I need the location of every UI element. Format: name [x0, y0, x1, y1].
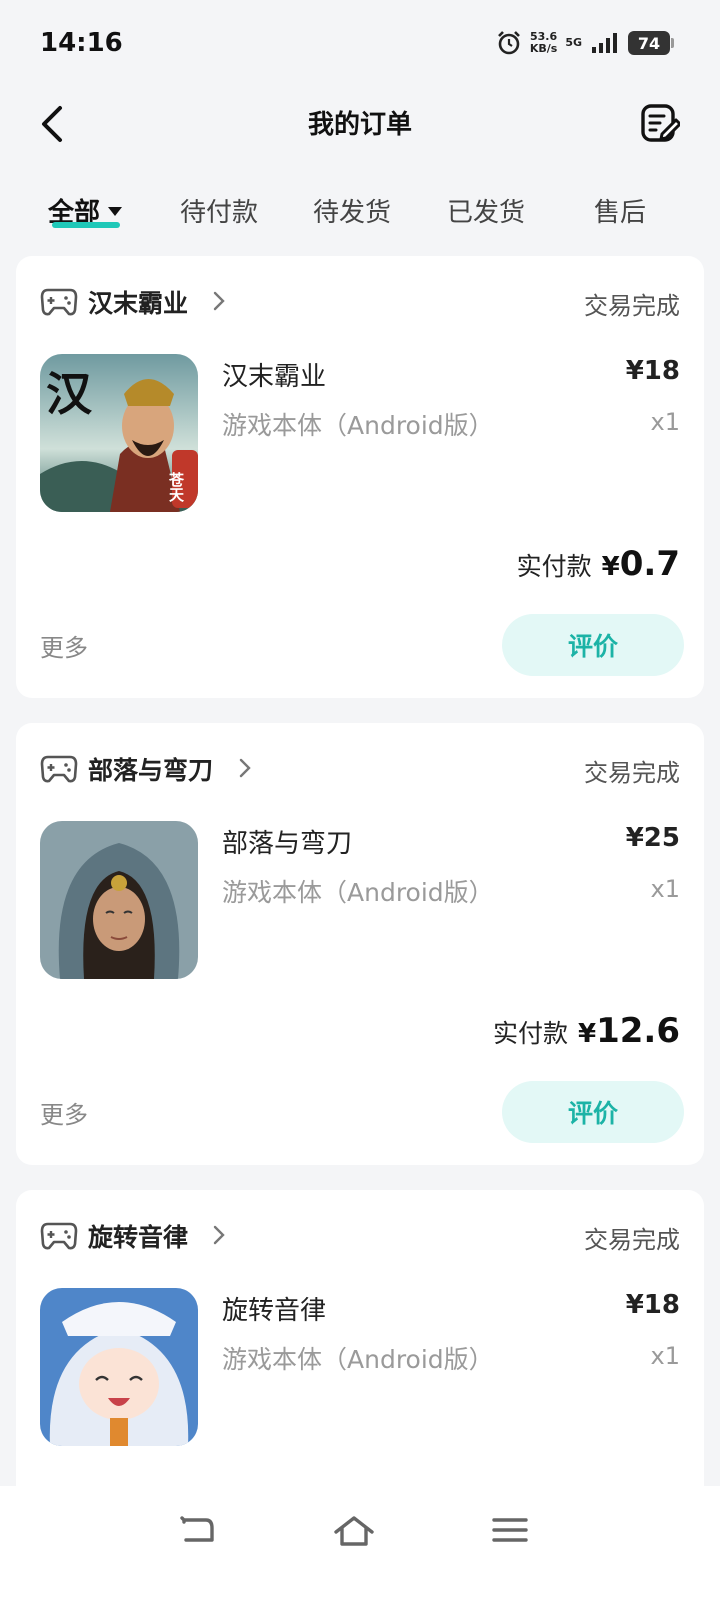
status-bar: 14:16 53.6 KB/s 5G 74 — [0, 0, 720, 88]
game-thumbnail[interactable] — [40, 821, 198, 979]
order-card: 部落与弯刀 交易完成 部落与弯刀 游戏本体（Android版） ¥25 x1 实… — [16, 723, 704, 1165]
order-status: 交易完成 — [584, 1226, 680, 1254]
menu-icon — [492, 1518, 528, 1542]
game-thumbnail[interactable]: 汉 苍天 — [40, 354, 198, 512]
order-card: 汉末霸业 交易完成 汉 苍天 汉末霸业 游戏本体（Android版） ¥18 x… — [16, 256, 704, 698]
gamepad-icon — [40, 755, 78, 783]
order-card-header[interactable]: 旋转音律 交易完成 — [40, 1216, 680, 1256]
gamepad-icon — [40, 1222, 78, 1250]
review-button[interactable]: 评价 — [502, 614, 684, 676]
edit-note-button[interactable] — [640, 102, 680, 144]
paid-value: 12.6 — [596, 1011, 680, 1051]
game-art-rotaeno — [40, 1288, 198, 1446]
review-button[interactable]: 评价 — [502, 1081, 684, 1143]
more-link[interactable]: 更多 — [40, 628, 88, 663]
item-name: 部落与弯刀 — [222, 829, 353, 859]
status-time: 14:16 — [40, 28, 123, 58]
game-art-hanmo: 汉 苍天 — [40, 354, 198, 512]
chevron-right-icon — [213, 1225, 225, 1245]
signal-icon — [592, 33, 617, 53]
tab-after-sales[interactable]: 售后 — [594, 192, 646, 229]
paid-label: 实付款 — [516, 552, 592, 581]
back-nav-button[interactable] — [176, 1510, 220, 1550]
item-price: ¥18 — [625, 356, 680, 386]
caret-down-icon — [108, 207, 123, 216]
paid-amount: ¥12.6 — [578, 1011, 680, 1051]
system-nav-bar — [0, 1486, 720, 1600]
tab-pending-payment[interactable]: 待付款 — [180, 192, 258, 229]
item-price: ¥18 — [625, 1290, 680, 1320]
paid-amount: ¥0.7 — [602, 544, 680, 584]
order-status: 交易完成 — [584, 292, 680, 320]
net-speed: 53.6 KB/s — [530, 31, 557, 55]
store-name: 汉末霸业 — [88, 289, 189, 318]
more-link[interactable]: 更多 — [40, 1095, 88, 1130]
thumb-title-char: 汉 — [46, 367, 93, 421]
order-card-header[interactable]: 汉末霸业 交易完成 — [40, 282, 680, 322]
edit-note-icon — [641, 104, 680, 142]
item-price: ¥25 — [625, 823, 680, 853]
store-name: 旋转音律 — [88, 1223, 189, 1252]
tab-pending-shipment[interactable]: 待发货 — [313, 192, 391, 229]
order-card-header[interactable]: 部落与弯刀 交易完成 — [40, 749, 680, 789]
status-icons: 53.6 KB/s 5G 74 — [496, 30, 674, 56]
network-type: 5G — [565, 36, 582, 49]
chevron-right-icon — [213, 291, 225, 311]
item-variant: 游戏本体（Android版） — [222, 878, 494, 907]
chevron-right-icon — [239, 758, 251, 778]
battery-icon: 74 — [628, 31, 674, 55]
item-quantity: x1 — [650, 1342, 680, 1370]
back-nav-icon — [180, 1516, 214, 1542]
paid-currency: ¥ — [578, 1019, 597, 1049]
home-nav-button[interactable] — [332, 1510, 376, 1550]
header: 我的订单 — [0, 88, 720, 158]
tab-shipped[interactable]: 已发货 — [447, 192, 525, 229]
menu-nav-button[interactable] — [488, 1510, 532, 1550]
net-speed-unit: KB/s — [529, 42, 558, 55]
item-name: 旋转音律 — [222, 1296, 327, 1326]
item-quantity: x1 — [650, 408, 680, 436]
store-name: 部落与弯刀 — [88, 756, 214, 785]
order-status: 交易完成 — [584, 759, 680, 787]
item-variant: 游戏本体（Android版） — [222, 411, 494, 440]
alarm-icon — [497, 31, 520, 55]
paid-amount-row: 实付款 ¥12.6 — [493, 1011, 680, 1051]
paid-value: 0.7 — [619, 544, 680, 584]
paid-amount-row: 实付款 ¥0.7 — [517, 544, 680, 584]
game-art-tribes — [40, 821, 198, 979]
order-tabs: 全部 待付款 待发货 已发货 售后 — [0, 180, 720, 240]
home-icon — [334, 1516, 374, 1546]
item-quantity: x1 — [650, 875, 680, 903]
gamepad-icon — [40, 288, 78, 316]
item-name: 汉末霸业 — [222, 362, 327, 392]
page-title: 我的订单 — [307, 110, 412, 140]
item-variant: 游戏本体（Android版） — [222, 1345, 494, 1374]
active-tab-indicator — [52, 222, 120, 228]
game-thumbnail[interactable] — [40, 1288, 198, 1446]
paid-currency: ¥ — [601, 552, 620, 582]
paid-label: 实付款 — [493, 1019, 569, 1048]
thumb-sub-char: 苍天 — [167, 471, 185, 503]
